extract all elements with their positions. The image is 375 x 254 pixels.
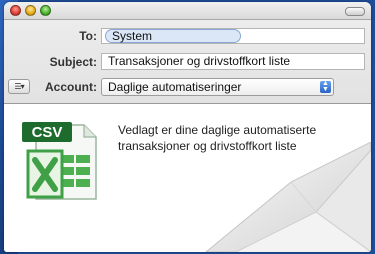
account-value: Daglige automatiseringer [108,80,242,94]
message-body[interactable]: CSV Vedlagt er dine daglige automatisert… [4,104,371,252]
subject-label: Subject: [49,55,97,69]
zoom-button[interactable] [40,5,51,16]
account-label: Account: [45,80,97,94]
to-label: To: [79,29,97,43]
csv-excel-icon[interactable]: CSV [14,119,106,204]
recipient-token[interactable]: System [105,29,241,43]
select-arrow-icon: ▲ ▼ [320,80,331,93]
envelope-icon [205,142,371,252]
account-select[interactable]: Daglige automatiseringer ▲ ▼ [101,78,334,96]
message-header: To: System Subject: Transaksjoner og dri… [4,20,371,104]
to-field[interactable]: System [101,28,365,44]
mail-window: To: System Subject: Transaksjoner og dri… [4,2,371,252]
list-menu-icon[interactable]: ☰▾ [8,79,30,94]
csv-badge-text: CSV [32,124,63,141]
subject-field[interactable]: Transaksjoner og drivstoffkort liste [101,53,365,70]
title-bar [4,2,371,20]
minimize-button[interactable] [25,5,36,16]
toolbar-toggle-button[interactable] [345,7,365,16]
close-button[interactable] [10,5,21,16]
